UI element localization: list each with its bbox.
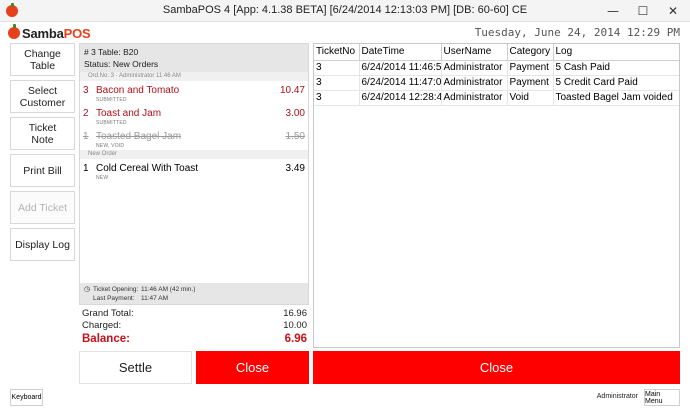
- table-row[interactable]: 3 6/24/2014 11:47:0 Administrator Paymen…: [314, 75, 679, 91]
- cell-datetime: 6/24/2014 11:47:0: [359, 75, 442, 91]
- cell-category: Payment: [507, 60, 554, 76]
- close-log-button[interactable]: Close: [313, 351, 680, 384]
- order-qty: 1: [83, 131, 89, 142]
- cell-log: Toasted Bagel Jam voided: [553, 90, 679, 106]
- ticket-panel: # 3 Table: B20 Status: New Orders Ord.No…: [79, 43, 309, 305]
- window-title: SambaPOS 4 [App: 4.1.38 BETA] [6/24/2014…: [162, 4, 528, 16]
- order-price: 3.49: [285, 163, 305, 174]
- cell-datetime: 6/24/2014 12:28:4: [359, 90, 442, 106]
- order-price: 3.00: [285, 108, 305, 119]
- order-state: SUBMITTED: [96, 120, 127, 126]
- cell-category: Payment: [507, 75, 554, 91]
- cell-username: Administrator: [441, 90, 508, 106]
- current-datetime: Tuesday, June 24, 2014 12:29 PM: [474, 26, 680, 39]
- order-price: 1.50: [285, 131, 305, 142]
- order-name: Toasted Bagel Jam: [96, 131, 182, 142]
- add-ticket-button[interactable]: Add Ticket: [10, 191, 75, 224]
- change-table-button[interactable]: Change Table: [10, 43, 75, 76]
- column-header-username[interactable]: UserName: [441, 44, 508, 61]
- column-header-log[interactable]: Log: [553, 44, 679, 61]
- ticket-header: # 3 Table: B20 Status: New Orders: [80, 44, 308, 72]
- display-log-button[interactable]: Display Log: [10, 228, 75, 261]
- order-qty: 1: [83, 163, 89, 174]
- cell-log: 5 Cash Paid: [553, 60, 679, 76]
- clock-icon: ◷: [84, 285, 91, 293]
- order-name: Bacon and Tomato: [96, 85, 180, 96]
- charged-label: Charged:: [82, 320, 122, 331]
- grand-total-value: 16.96: [283, 308, 307, 319]
- log-header-row: TicketNo DateTime UserName Category Log: [314, 44, 679, 61]
- order-qty: 2: [83, 108, 89, 119]
- ticket-action-buttons: Change Table Select Customer Ticket Note…: [10, 43, 75, 265]
- last-payment-value: 11:47 AM: [141, 295, 168, 302]
- select-customer-button[interactable]: Select Customer: [10, 80, 75, 113]
- cell-ticketno: 3: [314, 90, 360, 106]
- balance-row: Balance: 6.96: [82, 333, 307, 348]
- close-window-icon[interactable]: ✕: [660, 2, 686, 20]
- main-menu-button[interactable]: Main Menu: [644, 389, 680, 406]
- ticket-totals: Grand Total: 16.96 Charged: 10.00 Balanc…: [82, 308, 307, 348]
- order-line[interactable]: 1 Toasted Bagel Jam 1.50 NEW, VOID: [80, 127, 308, 150]
- order-line[interactable]: 3 Bacon and Tomato 10.47 SUBMITTED: [80, 81, 308, 104]
- grand-total-label: Grand Total:: [82, 308, 134, 319]
- column-header-ticketno[interactable]: TicketNo: [314, 44, 360, 61]
- column-header-category[interactable]: Category: [507, 44, 554, 61]
- order-price: 10.47: [279, 85, 305, 96]
- grand-total-row: Grand Total: 16.96: [82, 308, 307, 320]
- current-user: Administrator: [596, 393, 638, 400]
- charged-value: 10.00: [283, 320, 307, 331]
- order-name: Cold Cereal With Toast: [96, 163, 199, 174]
- last-payment-label: Last Payment:: [93, 295, 135, 302]
- order-group-label: Ord.No: 3 · Administrator 11:46 AM: [80, 72, 308, 81]
- order-state: SUBMITTED: [96, 97, 127, 103]
- ticket-table: # 3 Table: B20: [84, 47, 139, 57]
- new-order-label: New Order: [80, 150, 308, 159]
- cell-username: Administrator: [441, 75, 508, 91]
- minimize-icon[interactable]: —: [600, 2, 626, 20]
- print-bill-button[interactable]: Print Bill: [10, 154, 75, 187]
- ticket-note-button[interactable]: Ticket Note: [10, 117, 75, 150]
- charged-row: Charged: 10.00: [82, 320, 307, 332]
- ticket-log-grid: TicketNo DateTime UserName Category Log …: [313, 43, 680, 348]
- settle-button[interactable]: Settle: [79, 351, 192, 384]
- balance-label: Balance:: [82, 333, 130, 345]
- order-state: NEW, VOID: [96, 143, 125, 149]
- table-row[interactable]: 3 6/24/2014 11:46:5 Administrator Paymen…: [314, 60, 679, 76]
- ticket-opening-value: 11:46 AM (42 min.): [141, 286, 196, 293]
- cell-datetime: 6/24/2014 11:46:5: [359, 60, 442, 76]
- brand-prefix: Samba: [22, 25, 64, 41]
- order-state: NEW: [96, 175, 109, 181]
- order-qty: 3: [83, 85, 89, 96]
- balance-value: 6.96: [284, 333, 307, 345]
- brand-suffix: POS: [63, 25, 91, 41]
- cell-username: Administrator: [441, 60, 508, 76]
- brand-logo: SambaPOS: [8, 24, 91, 42]
- keyboard-button[interactable]: Keyboard: [10, 389, 43, 406]
- column-header-datetime[interactable]: DateTime: [359, 44, 442, 61]
- order-line[interactable]: 2 Toast and Jam 3.00 SUBMITTED: [80, 104, 308, 127]
- ticket-footer: ◷ Ticket Opening: 11:46 AM (42 min.) Las…: [80, 283, 308, 304]
- cell-ticketno: 3: [314, 75, 360, 91]
- order-line[interactable]: 1 Cold Cereal With Toast 3.49 NEW: [80, 159, 308, 182]
- ticket-status: Status: New Orders: [84, 59, 159, 69]
- cell-category: Void: [507, 90, 554, 106]
- maximize-icon[interactable]: ☐: [630, 2, 656, 20]
- order-name: Toast and Jam: [96, 108, 162, 119]
- log-table: TicketNo DateTime UserName Category Log …: [314, 44, 679, 106]
- window-titlebar: SambaPOS 4 [App: 4.1.38 BETA] [6/24/2014…: [0, 0, 690, 22]
- table-row[interactable]: 3 6/24/2014 12:28:4 Administrator Void T…: [314, 90, 679, 106]
- sambapos-logo-icon: [8, 24, 20, 39]
- close-ticket-button[interactable]: Close: [196, 351, 309, 384]
- ticket-opening-label: Ticket Opening:: [93, 286, 139, 293]
- cell-log: 5 Credit Card Paid: [553, 75, 679, 91]
- cell-ticketno: 3: [314, 60, 360, 76]
